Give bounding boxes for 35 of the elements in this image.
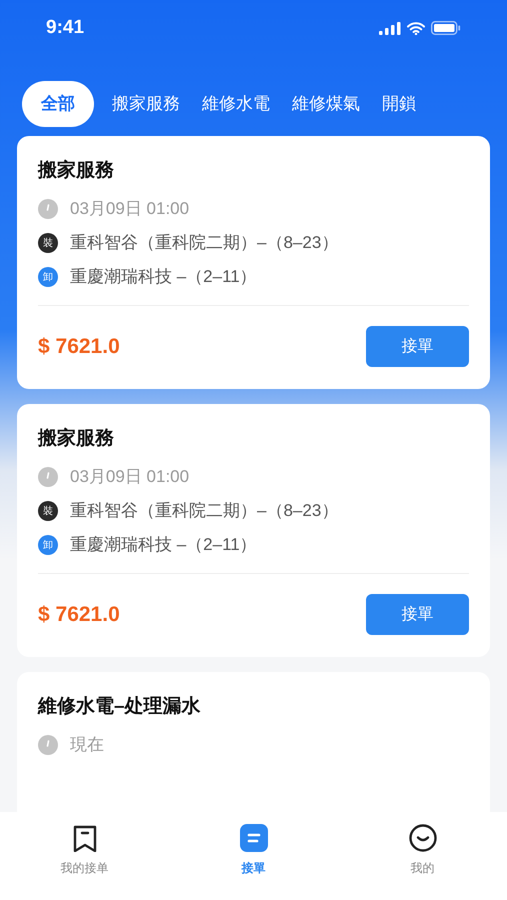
- wifi-icon: [407, 22, 425, 34]
- order-title: 維修水電–处理漏水: [38, 695, 202, 719]
- order-price: $ 7621.0: [38, 602, 120, 628]
- load-badge: 裝: [38, 501, 58, 521]
- accept-order-button[interactable]: 接單: [366, 594, 469, 635]
- order-title: 搬家服務: [38, 426, 115, 451]
- status-time: 9:41: [46, 16, 84, 40]
- battery-icon: [431, 21, 461, 35]
- order-time: 現在: [70, 734, 104, 756]
- list-icon[interactable]: [240, 824, 268, 852]
- unload-badge: 卸: [38, 535, 58, 555]
- order-price: $ 7621.0: [38, 334, 120, 360]
- clock-icon: [38, 199, 58, 219]
- category-tab[interactable]: 全部: [22, 81, 94, 127]
- load-badge: 裝: [38, 233, 58, 253]
- order-address: 重慶潮瑞科技 –（2–11）: [70, 266, 257, 288]
- smiley-icon[interactable]: [408, 824, 436, 852]
- category-tab[interactable]: 維修煤氣: [288, 81, 364, 127]
- order-time: 03月09日 01:00: [70, 466, 190, 488]
- order-address: 重科智谷（重科院二期）–（8–23）: [70, 500, 338, 522]
- nav-label[interactable]: 我的接单: [60, 859, 108, 877]
- accept-order-button[interactable]: 接單: [366, 326, 469, 367]
- nav-label[interactable]: 接單: [242, 859, 266, 877]
- category-tab[interactable]: 搬家服務: [108, 81, 184, 127]
- unload-badge: 卸: [38, 267, 58, 287]
- order-address: 重慶潮瑞科技 –（2–11）: [70, 534, 257, 556]
- signal-icon: [379, 22, 401, 34]
- category-tab[interactable]: 維修水電: [198, 81, 274, 127]
- nav-label[interactable]: 我的: [410, 859, 434, 877]
- order-time: 03月09日 01:00: [70, 198, 190, 220]
- order-address: 重科智谷（重科院二期）–（8–23）: [70, 232, 338, 254]
- clock-icon: [38, 467, 58, 487]
- order-title: 搬家服務: [38, 158, 115, 183]
- clock-icon: [38, 735, 58, 755]
- category-tab[interactable]: 開鎖: [378, 81, 420, 127]
